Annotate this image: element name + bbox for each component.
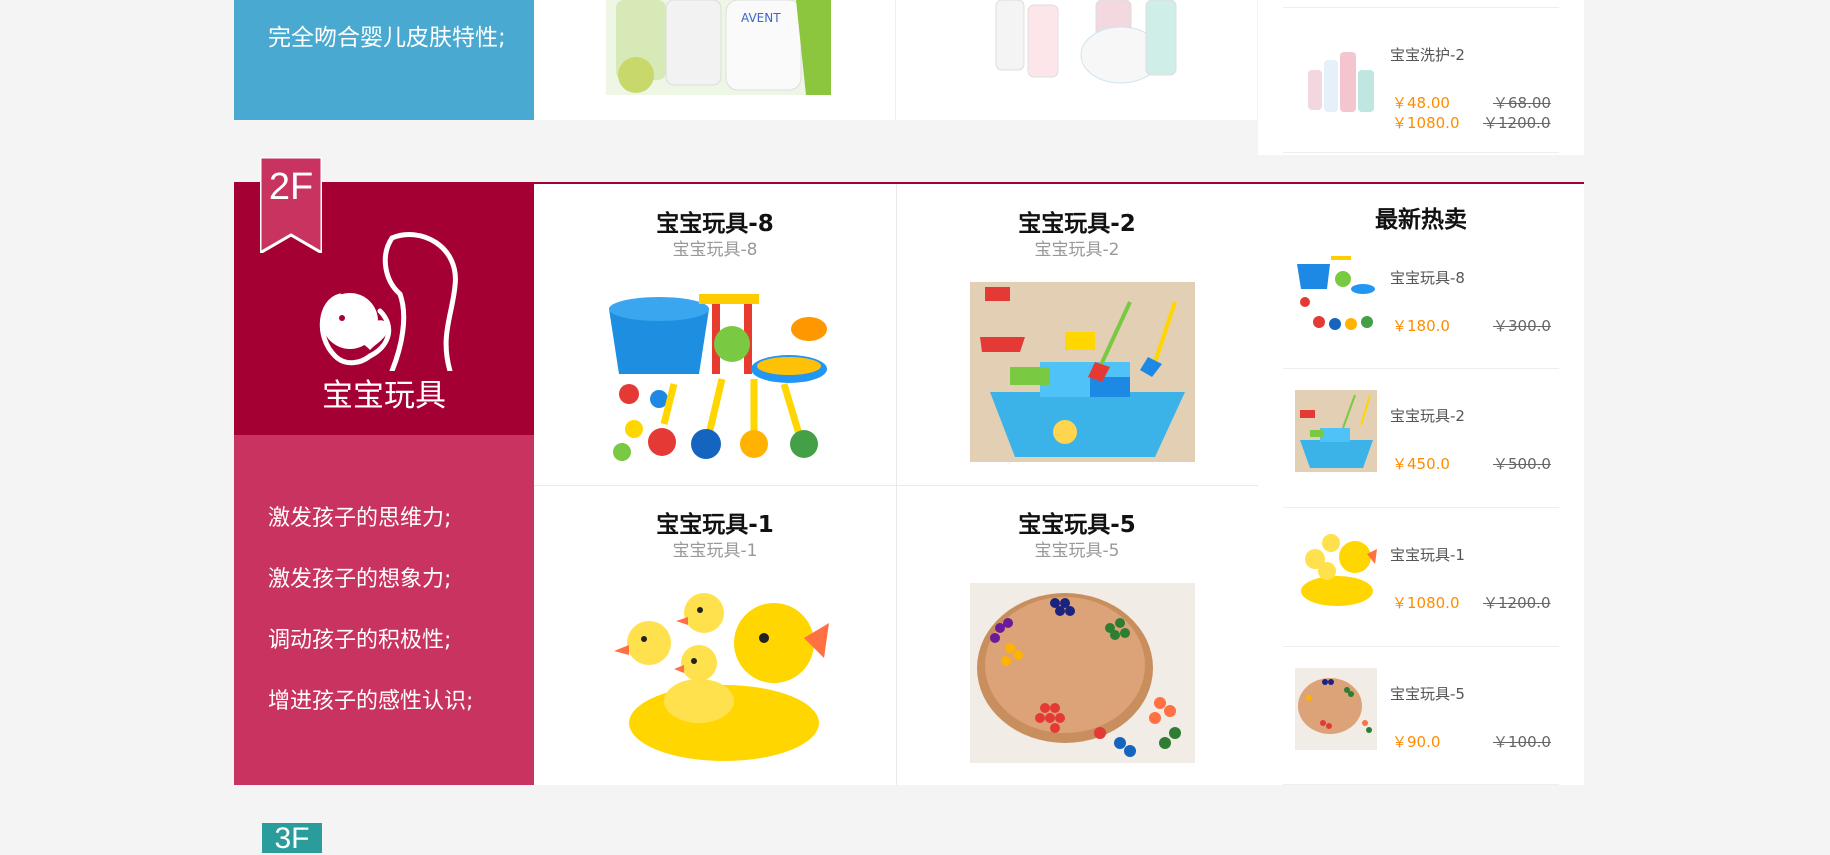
floor2-feature-panel [234, 435, 534, 785]
svg-text:AVENT: AVENT [741, 11, 781, 25]
toy-boat-image [970, 282, 1195, 462]
floor3-badge-text: 3F [274, 822, 310, 855]
skincare-bottles-image: AVENT [606, 0, 831, 95]
product-subtitle: 宝宝玩具-8 [672, 240, 758, 260]
hot-item-name[interactable]: 宝宝玩具-8 [1390, 267, 1465, 288]
hot-sale-title: 最新热卖 [1375, 207, 1467, 233]
hot-item-price: ￥1080.0 [1392, 114, 1460, 132]
mother-baby-icon [319, 232, 458, 371]
product-title[interactable]: 宝宝玩具-2 [896, 204, 1258, 238]
feature-text: 增进孩子的感性认识; [268, 689, 474, 714]
divider [1283, 646, 1559, 647]
hot-item-price: ￥48.00 [1392, 94, 1450, 112]
hot-item[interactable]: 宝宝玩具-1 ￥1080.0 ￥1200.0 [1283, 509, 1559, 647]
hot-item-name[interactable]: 宝宝洗护-2 [1390, 44, 1465, 65]
hot-item-thumb [1295, 390, 1377, 472]
product-subtitle: 宝宝玩具-2 [1034, 240, 1120, 260]
floor1-product-cell[interactable]: AVENT [534, 0, 896, 120]
hot-item-price: ￥450.0 [1392, 455, 1450, 473]
floor1-hot-item[interactable]: 宝宝洗护-2 ￥48.00 ￥68.00 ￥1080.0 ￥1200.0 [1283, 30, 1559, 140]
divider [1283, 784, 1559, 785]
hot-item-thumb [1295, 254, 1377, 336]
floor1-product-cell[interactable] [896, 0, 1257, 120]
floor2-category-title[interactable]: 宝宝玩具 [234, 370, 534, 415]
beach-toys-image [604, 284, 829, 464]
hot-item[interactable]: 宝宝玩具-2 ￥450.0 ￥500.0 [1283, 370, 1559, 508]
product-card[interactable]: 宝宝玩具-2 宝宝玩具-2 [896, 184, 1258, 484]
product-title[interactable]: 宝宝玩具-8 [534, 204, 896, 238]
hot-item-name[interactable]: 宝宝玩具-1 [1390, 544, 1465, 565]
hot-item-old-price: ￥500.0 [1493, 455, 1551, 473]
hot-item-price: ￥1080.0 [1392, 594, 1460, 612]
skincare-thumb-image [1300, 40, 1382, 122]
product-title[interactable]: 宝宝玩具-5 [896, 505, 1258, 539]
divider [1283, 152, 1559, 153]
hot-item-price: ￥180.0 [1392, 317, 1450, 335]
product-subtitle: 宝宝玩具-1 [672, 541, 758, 561]
hot-item[interactable]: 宝宝玩具-8 ￥180.0 ￥300.0 [1283, 232, 1559, 370]
divider [1283, 368, 1559, 369]
divider [1283, 7, 1559, 8]
hot-item-thumb [1295, 668, 1377, 750]
hot-item-old-price: ￥1200.0 [1483, 114, 1551, 132]
hot-item-old-price: ￥300.0 [1493, 317, 1551, 335]
divider [1283, 507, 1559, 508]
hot-item-old-price: ￥1200.0 [1483, 594, 1551, 612]
hot-item-old-price: ￥100.0 [1493, 733, 1551, 751]
hot-item-price: ￥90.0 [1392, 733, 1441, 751]
rubber-ducks-image [604, 583, 829, 763]
chinese-checkers-image [970, 583, 1195, 763]
product-card[interactable]: 宝宝玩具-1 宝宝玩具-1 [534, 485, 896, 785]
hot-item-name[interactable]: 宝宝玩具-2 [1390, 405, 1465, 426]
hot-item-old-price: ￥68.00 [1493, 94, 1551, 112]
product-card[interactable]: 宝宝玩具-8 宝宝玩具-8 [534, 184, 896, 484]
floor-badge-text: 2F [268, 166, 314, 208]
product-title[interactable]: 宝宝玩具-1 [534, 505, 896, 539]
product-card[interactable]: 宝宝玩具-5 宝宝玩具-5 [896, 485, 1258, 785]
product-subtitle: 宝宝玩具-5 [1034, 541, 1120, 561]
floor1-feature-text: 完全吻合婴儿皮肤特性; [268, 25, 506, 51]
feature-text: 激发孩子的思维力; [268, 506, 452, 531]
hot-item-thumb [1295, 529, 1377, 611]
feature-text: 调动孩子的积极性; [268, 628, 452, 653]
hot-item[interactable]: 宝宝玩具-5 ￥90.0 ￥100.0 [1283, 648, 1559, 786]
feature-text: 激发孩子的想象力; [268, 567, 452, 592]
pigeon-products-image [986, 0, 1186, 95]
hot-item-name[interactable]: 宝宝玩具-5 [1390, 683, 1465, 704]
